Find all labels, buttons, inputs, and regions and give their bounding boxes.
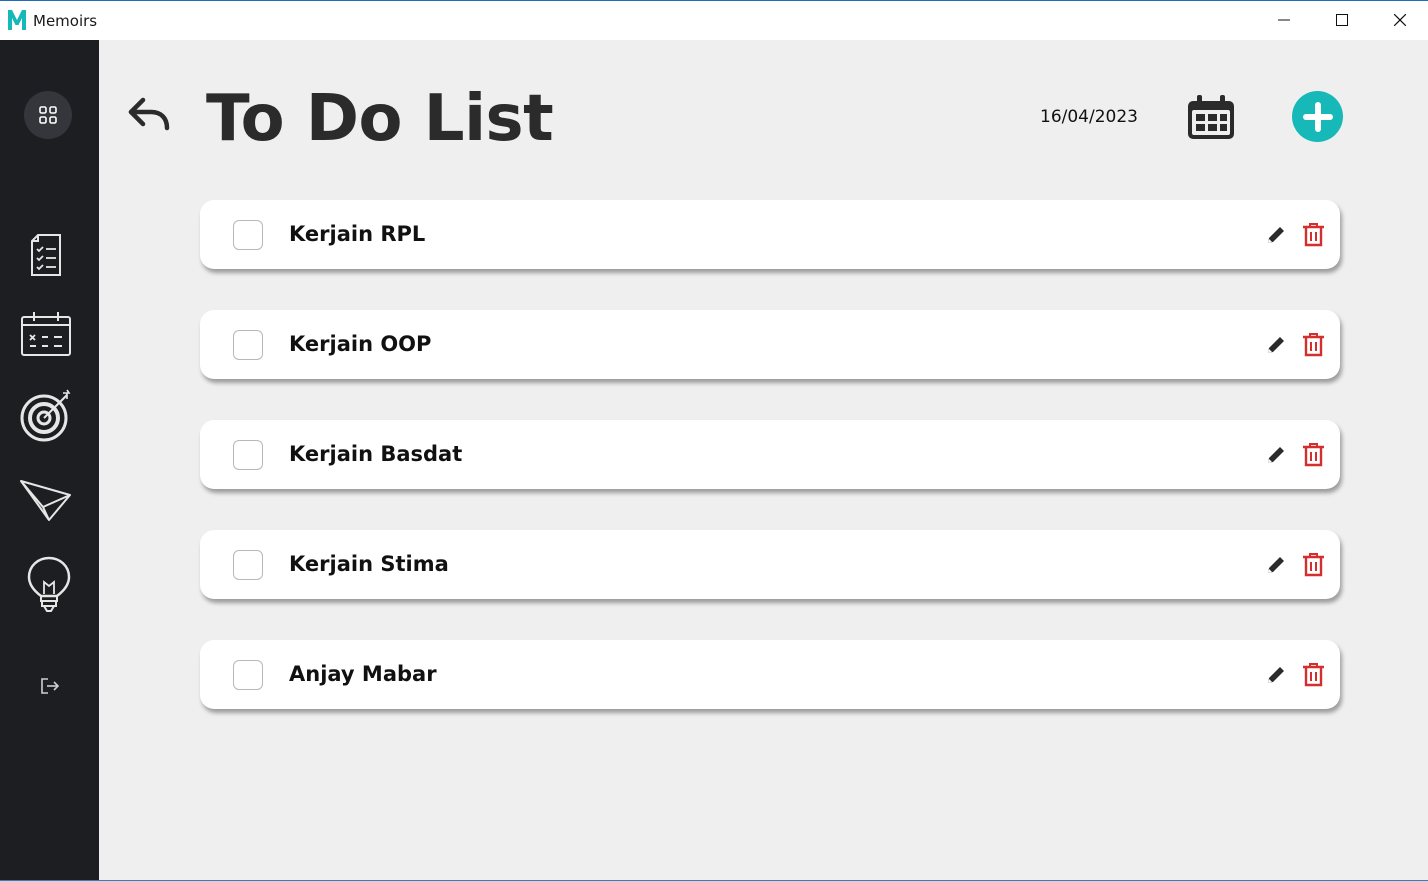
main-content: To Do List 16/04/2023 Kerjain RPL Kerjai… [99, 40, 1428, 880]
logout-icon [41, 678, 60, 694]
task-checkbox[interactable] [233, 220, 263, 250]
pencil-icon [1268, 337, 1284, 353]
edit-task-button[interactable] [1265, 444, 1287, 466]
delete-task-button[interactable] [1301, 442, 1326, 468]
task-checkbox[interactable] [233, 440, 263, 470]
maximize-icon [1336, 14, 1348, 26]
trash-icon [1303, 553, 1324, 577]
target-icon [20, 389, 71, 442]
task-checkbox[interactable] [233, 330, 263, 360]
calendar-icon [21, 312, 71, 356]
sidebar-item-calendar[interactable] [19, 311, 73, 357]
task-label: Kerjain Basdat [289, 442, 463, 466]
delete-task-button[interactable] [1301, 332, 1326, 358]
title-bar: Memoirs [0, 1, 1428, 40]
pencil-icon [1268, 447, 1284, 463]
sidebar-item-logout[interactable] [38, 674, 62, 698]
delete-task-button[interactable] [1301, 222, 1326, 248]
paper-plane-icon [20, 480, 71, 521]
trash-icon [1303, 663, 1324, 687]
app-window: Memoirs To Do List 16/04/2023 Kerjain RP… [0, 0, 1428, 881]
task-item: Anjay Mabar [200, 640, 1340, 709]
task-item: Kerjain RPL [200, 200, 1340, 269]
plus-icon [1302, 101, 1333, 132]
task-checkbox[interactable] [233, 660, 263, 690]
lightbulb-icon [27, 556, 71, 612]
page-title: To Do List [206, 82, 554, 156]
sidebar-item-goals[interactable] [19, 389, 75, 443]
back-button[interactable] [127, 94, 173, 134]
maximize-button[interactable] [1313, 1, 1371, 39]
checklist-icon [31, 234, 61, 276]
app-logo-icon [8, 10, 26, 30]
task-item: Kerjain Stima [200, 530, 1340, 599]
trash-icon [1303, 223, 1324, 247]
pencil-icon [1268, 227, 1284, 243]
back-arrow-icon [128, 97, 170, 131]
edit-task-button[interactable] [1265, 554, 1287, 576]
grid-icon [39, 106, 57, 124]
task-label: Kerjain RPL [289, 222, 426, 246]
app-title: Memoirs [33, 12, 98, 30]
edit-task-button[interactable] [1265, 334, 1287, 356]
calendar-icon [1188, 95, 1234, 139]
pencil-icon [1268, 667, 1284, 683]
minimize-button[interactable] [1255, 1, 1313, 39]
task-label: Kerjain OOP [289, 332, 432, 356]
trash-icon [1303, 333, 1324, 357]
task-label: Kerjain Stima [289, 552, 449, 576]
sidebar-item-messages[interactable] [19, 477, 73, 523]
trash-icon [1303, 443, 1324, 467]
minimize-icon [1278, 19, 1290, 21]
edit-task-button[interactable] [1265, 664, 1287, 686]
add-task-button[interactable] [1292, 91, 1343, 142]
date-picker-button[interactable] [1185, 93, 1237, 141]
close-icon [1394, 14, 1406, 26]
sidebar-item-ideas[interactable] [27, 556, 71, 614]
current-date: 16/04/2023 [1040, 107, 1138, 127]
close-button[interactable] [1371, 1, 1428, 39]
sidebar-item-todo[interactable] [26, 232, 66, 278]
task-list: Kerjain RPL Kerjain OOP Kerjain Basdat K… [200, 200, 1340, 750]
pencil-icon [1268, 557, 1284, 573]
sidebar [0, 40, 99, 880]
task-checkbox[interactable] [233, 550, 263, 580]
delete-task-button[interactable] [1301, 552, 1326, 578]
delete-task-button[interactable] [1301, 662, 1326, 688]
sidebar-item-dashboard[interactable] [24, 91, 72, 139]
task-item: Kerjain OOP [200, 310, 1340, 379]
edit-task-button[interactable] [1265, 224, 1287, 246]
task-item: Kerjain Basdat [200, 420, 1340, 489]
task-label: Anjay Mabar [289, 662, 437, 686]
